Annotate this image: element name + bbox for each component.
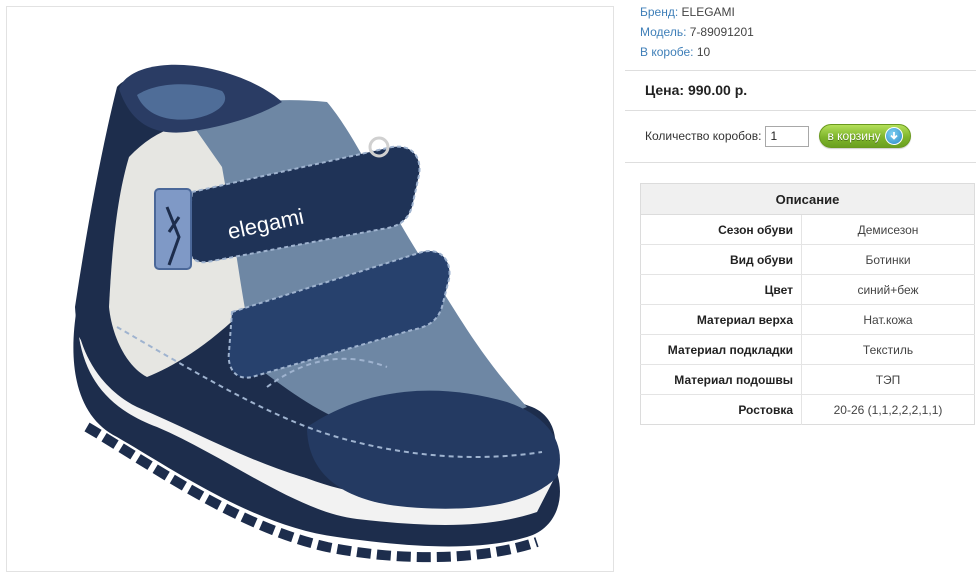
table-row: Материал верха Нат.кожа bbox=[640, 304, 975, 335]
model-value: 7-89091201 bbox=[689, 25, 754, 39]
divider bbox=[625, 162, 976, 163]
qty-label: Количество коробов: bbox=[645, 129, 762, 143]
spec-value: Текстиль bbox=[801, 334, 975, 365]
spec-value: ТЭП bbox=[801, 364, 975, 395]
add-to-cart-button[interactable]: в корзину bbox=[819, 124, 912, 148]
download-arrow-icon bbox=[884, 127, 903, 145]
product-photo-shoe: elegami bbox=[73, 64, 560, 563]
model-label: Модель: bbox=[640, 25, 687, 39]
description-table: Описание Сезон обуви Демисезон Вид обуви… bbox=[640, 183, 975, 425]
divider bbox=[625, 110, 976, 111]
product-image-frame[interactable]: elegami bbox=[6, 6, 614, 572]
table-row: Материал подкладки Текстиль bbox=[640, 334, 975, 365]
spec-value: синий+беж bbox=[801, 274, 975, 305]
cart-button-label: в корзину bbox=[827, 129, 881, 143]
brand-row: Бренд: ELEGAMI bbox=[640, 2, 754, 22]
box-row: В коробе: 10 bbox=[640, 42, 754, 62]
spec-key: Вид обуви bbox=[640, 244, 802, 275]
price: Цена: 990.00 р. bbox=[645, 82, 748, 98]
product-info-panel: Бренд: ELEGAMI Модель: 7-89091201 В коро… bbox=[625, 0, 976, 572]
spec-key: Материал подошвы bbox=[640, 364, 802, 395]
order-row: Количество коробов: в корзину bbox=[645, 124, 912, 148]
spec-key: Материал подкладки bbox=[640, 334, 802, 365]
description-title: Описание bbox=[640, 183, 975, 215]
spec-value: Демисезон bbox=[801, 214, 975, 245]
spec-key: Цвет bbox=[640, 274, 802, 305]
spec-key: Ростовка bbox=[640, 394, 802, 425]
spec-key: Материал верха bbox=[640, 304, 802, 335]
box-value: 10 bbox=[696, 45, 711, 59]
table-row: Вид обуви Ботинки bbox=[640, 244, 975, 275]
table-row: Цвет синий+беж bbox=[640, 274, 975, 305]
table-row: Ростовка 20-26 (1,1,2,2,2,1,1) bbox=[640, 394, 975, 425]
table-row: Сезон обуви Демисезон bbox=[640, 214, 975, 245]
spec-key: Сезон обуви bbox=[640, 214, 802, 245]
brand-value: ELEGAMI bbox=[681, 5, 735, 19]
divider bbox=[625, 70, 976, 71]
spec-value: Нат.кожа bbox=[801, 304, 975, 335]
brand-label: Бренд: bbox=[640, 5, 679, 19]
model-row: Модель: 7-89091201 bbox=[640, 22, 754, 42]
qty-input[interactable] bbox=[765, 125, 810, 147]
spec-value: 20-26 (1,1,2,2,2,1,1) bbox=[801, 394, 975, 425]
product-meta: Бренд: ELEGAMI Модель: 7-89091201 В коро… bbox=[640, 2, 754, 62]
table-row: Материал подошвы ТЭП bbox=[640, 364, 975, 395]
spec-value: Ботинки bbox=[801, 244, 975, 275]
box-label: В коробе: bbox=[640, 45, 694, 59]
